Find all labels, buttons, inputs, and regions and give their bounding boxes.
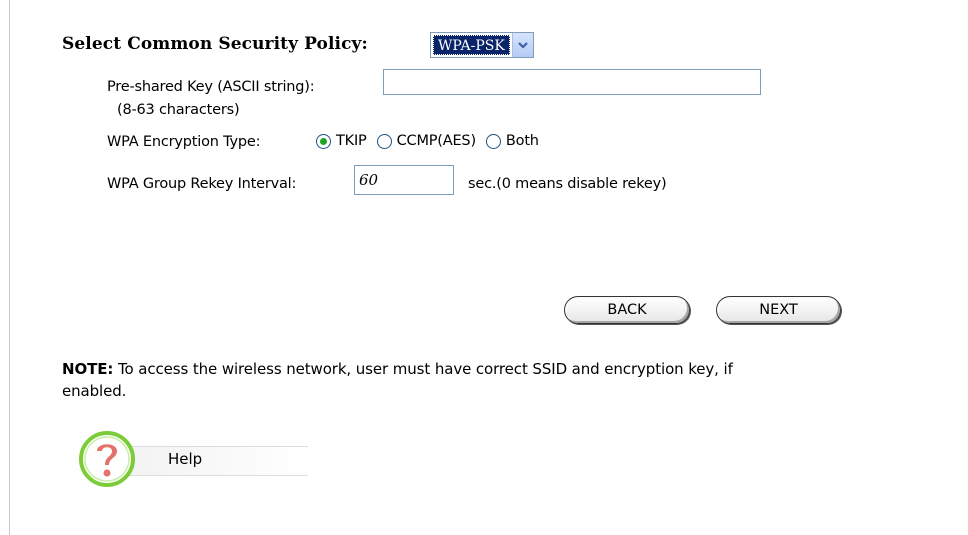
next-button[interactable]: NEXT — [716, 296, 841, 324]
security-policy-select[interactable]: WPA-PSK — [430, 32, 534, 58]
security-policy-label: Select Common Security Policy: — [62, 34, 368, 54]
help-link[interactable]: Help — [78, 430, 308, 490]
note-label: NOTE: — [62, 360, 114, 378]
psk-label: Pre-shared Key (ASCII string): — [107, 79, 315, 95]
rekey-interval-label: WPA Group Rekey Interval: — [107, 176, 297, 192]
rekey-interval-suffix: sec.(0 means disable rekey) — [468, 176, 667, 192]
help-label: Help — [168, 450, 203, 468]
radio-checked-icon — [316, 133, 331, 149]
chevron-down-icon[interactable] — [511, 33, 533, 57]
psk-input[interactable] — [383, 69, 761, 95]
help-bar — [118, 446, 308, 476]
psk-length-hint: (8-63 characters) — [117, 102, 240, 118]
security-policy-selected-value: WPA-PSK — [433, 35, 510, 55]
radio-tkip-label: TKIP — [336, 133, 367, 149]
radio-both-label: Both — [505, 133, 539, 149]
radio-unchecked-icon — [485, 133, 501, 149]
radio-ccmp-aes-label: CCMP(AES) — [396, 133, 477, 149]
encryption-type-radio-group: TKIP CCMP(AES) Both — [316, 133, 549, 149]
encryption-type-label: WPA Encryption Type: — [107, 134, 261, 150]
radio-tkip[interactable]: TKIP — [316, 133, 367, 149]
left-divider — [9, 0, 10, 535]
rekey-interval-input[interactable] — [354, 165, 454, 195]
question-mark-icon — [79, 431, 135, 487]
radio-unchecked-icon — [376, 133, 392, 149]
note-text: NOTE: To access the wireless network, us… — [62, 358, 782, 402]
note-body: To access the wireless network, user mus… — [62, 360, 733, 400]
radio-both[interactable]: Both — [485, 133, 539, 149]
radio-ccmp-aes[interactable]: CCMP(AES) — [376, 133, 477, 149]
back-button[interactable]: BACK — [564, 296, 690, 324]
